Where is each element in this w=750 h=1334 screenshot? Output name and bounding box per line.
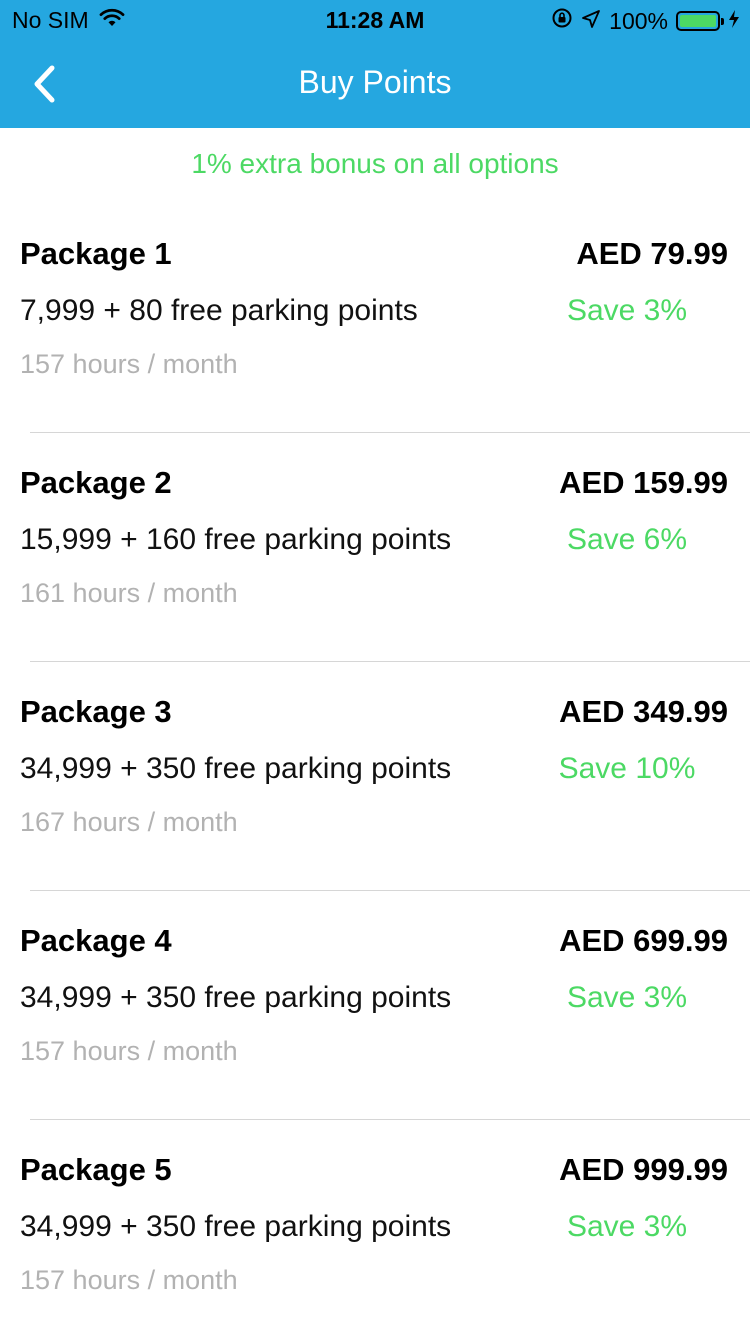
package-points: 34,999 + 350 free parking points (20, 981, 452, 1014)
package-hours: 161 hours / month (20, 578, 238, 608)
header: No SIM 11:28 AM 100% Buy Points (0, 0, 750, 128)
package-name: Package 2 (20, 465, 172, 500)
package-row-1[interactable]: Package 1 AED 79.99 7,999 + 80 free park… (0, 236, 750, 465)
package-hours: 157 hours / month (20, 349, 238, 379)
divider (30, 661, 750, 662)
divider (30, 890, 750, 891)
package-points: 34,999 + 350 free parking points (20, 752, 452, 785)
package-row-5[interactable]: Package 5 AED 999.99 34,999 + 350 free p… (0, 1152, 750, 1334)
package-name: Package 5 (20, 1152, 172, 1187)
package-price: AED 79.99 (576, 236, 728, 271)
package-save-badge: Save 6% (566, 523, 688, 556)
divider (30, 1119, 750, 1120)
battery-icon (676, 11, 724, 31)
status-bar: No SIM 11:28 AM 100% (0, 0, 750, 40)
divider (30, 432, 750, 433)
package-price: AED 699.99 (559, 923, 728, 958)
package-price: AED 349.99 (559, 694, 728, 729)
package-points: 15,999 + 160 free parking points (20, 523, 452, 556)
status-right: 100% (551, 7, 740, 35)
package-name: Package 4 (20, 923, 172, 958)
package-save-badge: Save 10% (558, 752, 696, 785)
page-title: Buy Points (298, 64, 452, 100)
location-arrow-icon (581, 8, 601, 35)
bonus-banner: 1% extra bonus on all options (191, 148, 559, 179)
package-hours: 157 hours / month (20, 1265, 238, 1295)
package-row-4[interactable]: Package 4 AED 699.99 34,999 + 350 free p… (0, 923, 750, 1152)
nav-bar: Buy Points (0, 40, 750, 128)
charging-bolt-icon (728, 8, 740, 35)
orientation-lock-icon (551, 7, 573, 35)
battery-level-fill (680, 15, 716, 27)
package-hours: 157 hours / month (20, 1036, 238, 1066)
package-row-2[interactable]: Package 2 AED 159.99 15,999 + 160 free p… (0, 465, 750, 694)
package-save-badge: Save 3% (566, 1210, 688, 1243)
buy-points-screen: No SIM 11:28 AM 100% Buy Points 1% extra… (0, 0, 750, 1334)
package-hours: 167 hours / month (20, 807, 238, 837)
package-price: AED 159.99 (559, 465, 728, 500)
battery-percent: 100% (609, 7, 668, 34)
package-name: Package 1 (20, 236, 172, 271)
battery-cap (721, 18, 724, 25)
package-price: AED 999.99 (559, 1152, 728, 1187)
chevron-left-icon (18, 65, 78, 118)
package-row-3[interactable]: Package 3 AED 349.99 34,999 + 350 free p… (0, 694, 750, 923)
package-save-badge: Save 3% (566, 294, 688, 327)
package-save-badge: Save 3% (566, 981, 688, 1014)
package-points: 34,999 + 350 free parking points (20, 1210, 452, 1243)
package-points: 7,999 + 80 free parking points (20, 294, 418, 327)
package-name: Package 3 (20, 694, 172, 729)
